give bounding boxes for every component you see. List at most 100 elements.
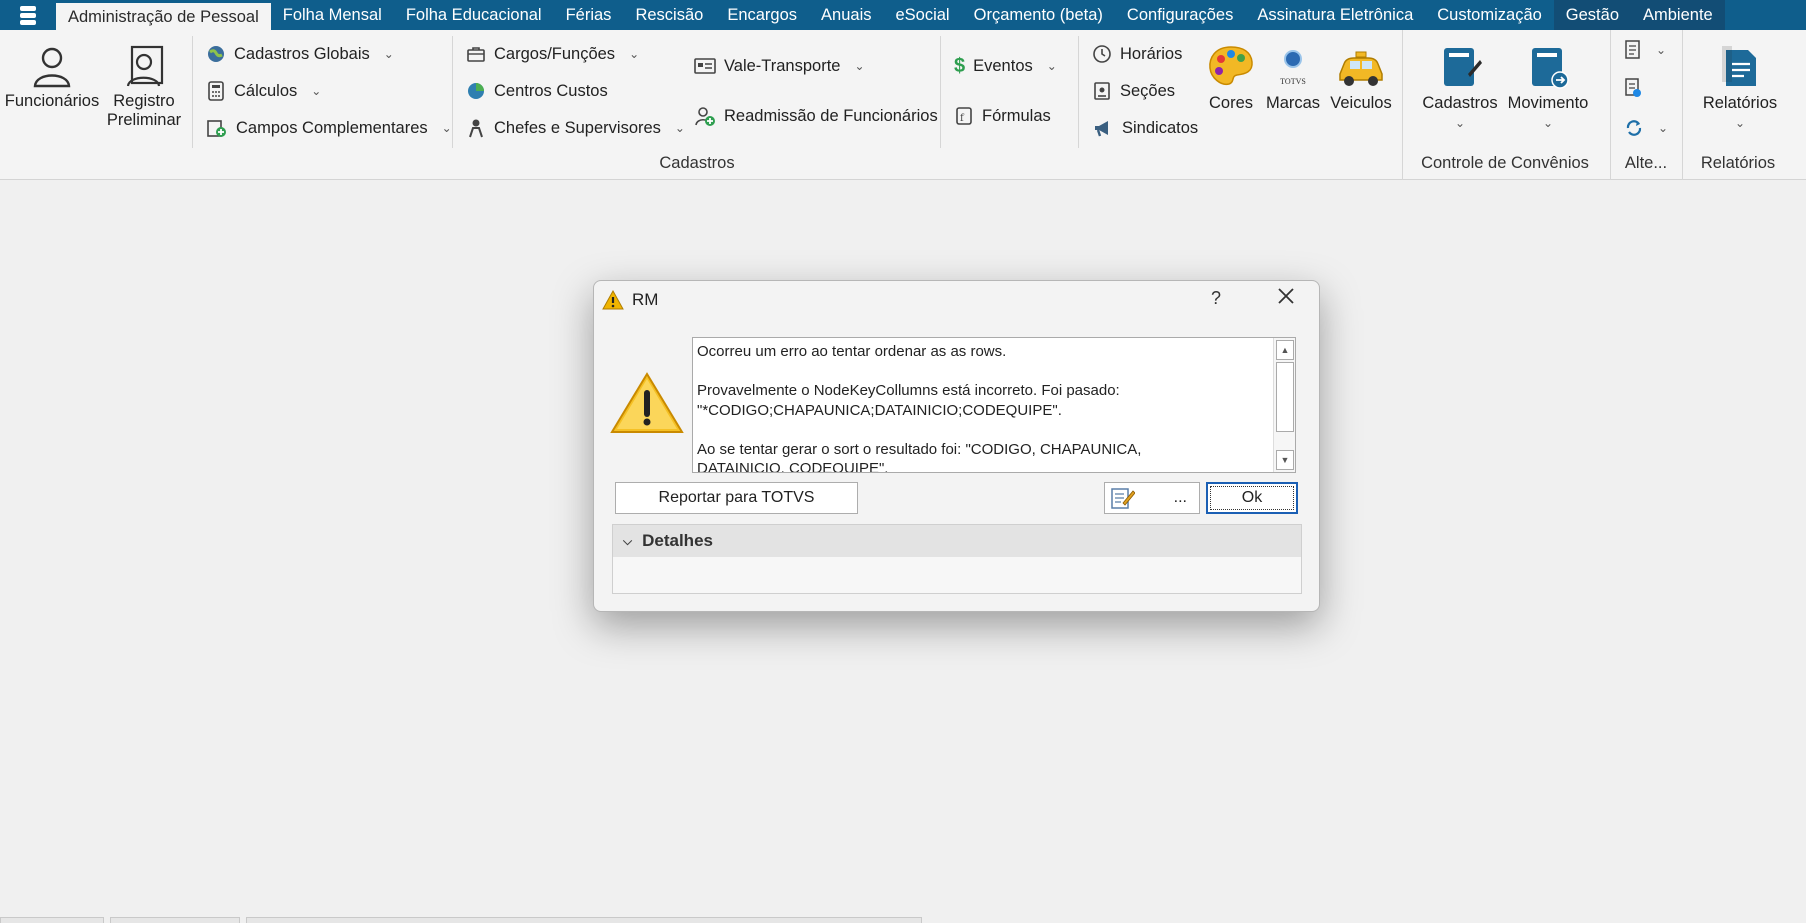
sindicatos-label: Sindicatos bbox=[1122, 118, 1199, 137]
group-label-relatorios: Relatórios bbox=[1700, 154, 1776, 172]
ribbon-separator bbox=[452, 36, 453, 148]
cores-button[interactable]: Cores bbox=[1200, 44, 1262, 113]
supervisor-icon bbox=[469, 119, 483, 138]
person-document-icon bbox=[126, 45, 164, 87]
chevron-down-icon: ⌄ bbox=[1542, 116, 1554, 130]
eventos-button[interactable]: $ Eventos ⌄ bbox=[954, 54, 1057, 78]
tab-assinatura-eletronica[interactable]: Assinatura Eletrônica bbox=[1245, 0, 1425, 30]
scroll-up-arrow-icon[interactable]: ▲ bbox=[1276, 340, 1294, 360]
pie-icon bbox=[468, 83, 484, 99]
formulas-label: Fórmulas bbox=[982, 106, 1051, 125]
chevron-down-icon: ⌄ bbox=[1454, 116, 1466, 130]
message-line-2a: Provavelmente o NodeKeyCollumns está inc… bbox=[697, 382, 1120, 399]
tab-ferias[interactable]: Férias bbox=[554, 0, 624, 30]
notebook-edit-icon bbox=[1444, 48, 1482, 86]
message-scrollbar[interactable]: ▲ ▼ bbox=[1273, 338, 1295, 472]
group-label-alte: Alte... bbox=[1624, 154, 1668, 172]
briefcase-icon bbox=[467, 47, 485, 62]
formulas-button[interactable]: f Fórmulas bbox=[954, 104, 1051, 128]
cargos-funcoes-button[interactable]: Cargos/Funções ⌄ bbox=[466, 42, 639, 66]
chefes-supervisores-button[interactable]: Chefes e Supervisores ⌄ bbox=[466, 116, 685, 140]
close-icon bbox=[1278, 288, 1294, 304]
vale-transporte-button[interactable]: Vale-Transporte ⌄ bbox=[694, 54, 865, 78]
ok-button[interactable]: Ok bbox=[1206, 482, 1298, 514]
group-label-cadastros: Cadastros bbox=[659, 154, 735, 172]
tab-folha-educacional[interactable]: Folha Educacional bbox=[394, 0, 554, 30]
tab-gestao[interactable]: Gestão bbox=[1553, 0, 1631, 30]
tab-folha-mensal[interactable]: Folha Mensal bbox=[271, 0, 394, 30]
error-message-box[interactable]: Ocorreu um erro ao tentar ordenar as as … bbox=[692, 337, 1296, 473]
relatorios-label: Relatórios bbox=[1702, 94, 1778, 112]
funcionarios-label: Funcionários bbox=[4, 92, 100, 110]
message-line-3b: DATAINICIO, CODEQUIPE". bbox=[697, 460, 889, 473]
tab-encargos[interactable]: Encargos bbox=[715, 0, 809, 30]
relatorios-button[interactable]: Relatórios ⌄ bbox=[1694, 44, 1786, 133]
scroll-down-arrow-icon[interactable]: ▼ bbox=[1276, 450, 1294, 470]
bottom-tab[interactable] bbox=[246, 917, 922, 923]
readmissao-button[interactable]: Readmissão de Funcionários bbox=[694, 104, 938, 128]
campos-complementares-button[interactable]: Campos Complementares ⌄ bbox=[206, 116, 452, 140]
tab-anuais[interactable]: Anuais bbox=[809, 0, 883, 30]
chevron-down-icon: ⌵ bbox=[623, 533, 633, 548]
calculos-button[interactable]: Cálculos ⌄ bbox=[206, 79, 321, 103]
cadastros-globais-button[interactable]: Cadastros Globais ⌄ bbox=[206, 42, 394, 66]
bottom-tab[interactable] bbox=[0, 917, 104, 923]
formula-icon: f bbox=[956, 107, 972, 125]
help-button[interactable]: ? bbox=[1211, 288, 1221, 309]
alteracoes-option-1[interactable]: ⌄ bbox=[1624, 38, 1666, 62]
sindicatos-button[interactable]: Sindicatos bbox=[1092, 116, 1198, 140]
alteracoes-option-3[interactable]: ⌄ bbox=[1624, 116, 1668, 140]
details-body bbox=[613, 557, 1301, 593]
add-fields-icon bbox=[207, 120, 226, 137]
tab-orcamento[interactable]: Orçamento (beta) bbox=[962, 0, 1115, 30]
close-button[interactable] bbox=[1277, 287, 1295, 309]
more-options-button[interactable]: ... bbox=[1104, 482, 1200, 514]
report-icon bbox=[1722, 46, 1756, 86]
convenios-cadastros-button[interactable]: Cadastros ⌄ bbox=[1418, 44, 1502, 133]
chevron-down-icon: ⌄ bbox=[1046, 59, 1057, 73]
tab-administracao-pessoal[interactable]: Administração de Pessoal bbox=[56, 0, 271, 30]
convenios-movimento-label: Movimento bbox=[1507, 94, 1589, 112]
report-totvs-button[interactable]: Reportar para TOTVS bbox=[615, 482, 858, 514]
secoes-button[interactable]: Seções bbox=[1092, 79, 1175, 103]
details-panel: ⌵ Detalhes bbox=[612, 524, 1302, 594]
funcionarios-button[interactable]: Funcionários bbox=[4, 44, 100, 111]
sections-icon bbox=[1094, 82, 1110, 100]
megaphone-icon bbox=[1095, 121, 1108, 137]
veiculos-button[interactable]: Veiculos bbox=[1328, 44, 1394, 113]
horarios-label: Horários bbox=[1120, 44, 1183, 63]
message-line-2b: "*CODIGO;CHAPAUNICA;DATAINICIO;CODEQUIPE… bbox=[697, 401, 1062, 419]
svg-text:f: f bbox=[960, 113, 965, 124]
readmissao-label: Readmissão de Funcionários bbox=[724, 106, 938, 125]
calculos-label: Cálculos bbox=[234, 81, 298, 100]
app-menu-button[interactable] bbox=[0, 0, 56, 30]
person-icon bbox=[33, 47, 71, 88]
cadastros-globais-label: Cadastros Globais bbox=[234, 44, 370, 63]
chevron-down-icon: ⌄ bbox=[383, 47, 394, 61]
person-add-icon bbox=[695, 107, 715, 126]
registro-preliminar-button[interactable]: Registro Preliminar bbox=[104, 44, 184, 130]
tab-configuracoes[interactable]: Configurações bbox=[1115, 0, 1245, 30]
convenios-movimento-button[interactable]: Movimento ⌄ bbox=[1504, 44, 1592, 133]
tab-rescisao[interactable]: Rescisão bbox=[623, 0, 715, 30]
horarios-button[interactable]: Horários bbox=[1092, 42, 1182, 66]
clock-icon bbox=[1093, 45, 1111, 63]
message-line-1: Ocorreu um erro ao tentar ordenar as as … bbox=[697, 343, 1007, 360]
scroll-thumb[interactable] bbox=[1276, 362, 1294, 432]
bottom-tab[interactable] bbox=[110, 917, 240, 923]
alteracoes-option-2[interactable] bbox=[1624, 76, 1642, 100]
error-message-text: Ocorreu um erro ao tentar ordenar as as … bbox=[697, 342, 1267, 473]
centros-custos-button[interactable]: Centros Custos bbox=[466, 79, 608, 103]
ribbon: Funcionários Registro Preliminar Cadastr… bbox=[0, 30, 1806, 180]
marcas-label: Marcas bbox=[1265, 94, 1321, 112]
tab-esocial[interactable]: eSocial bbox=[883, 0, 961, 30]
refresh-icon bbox=[1626, 120, 1642, 136]
eventos-label: Eventos bbox=[973, 56, 1033, 75]
tab-ambiente[interactable]: Ambiente bbox=[1631, 0, 1725, 30]
marcas-button[interactable]: TOTVS Marcas bbox=[1262, 44, 1324, 113]
tab-customizacao[interactable]: Customização bbox=[1425, 0, 1554, 30]
registro-label-1: Registro bbox=[113, 92, 175, 110]
card-icon bbox=[694, 58, 716, 74]
details-toggle[interactable]: ⌵ Detalhes bbox=[613, 525, 1301, 557]
brand-logo-icon: TOTVS bbox=[1270, 44, 1316, 90]
